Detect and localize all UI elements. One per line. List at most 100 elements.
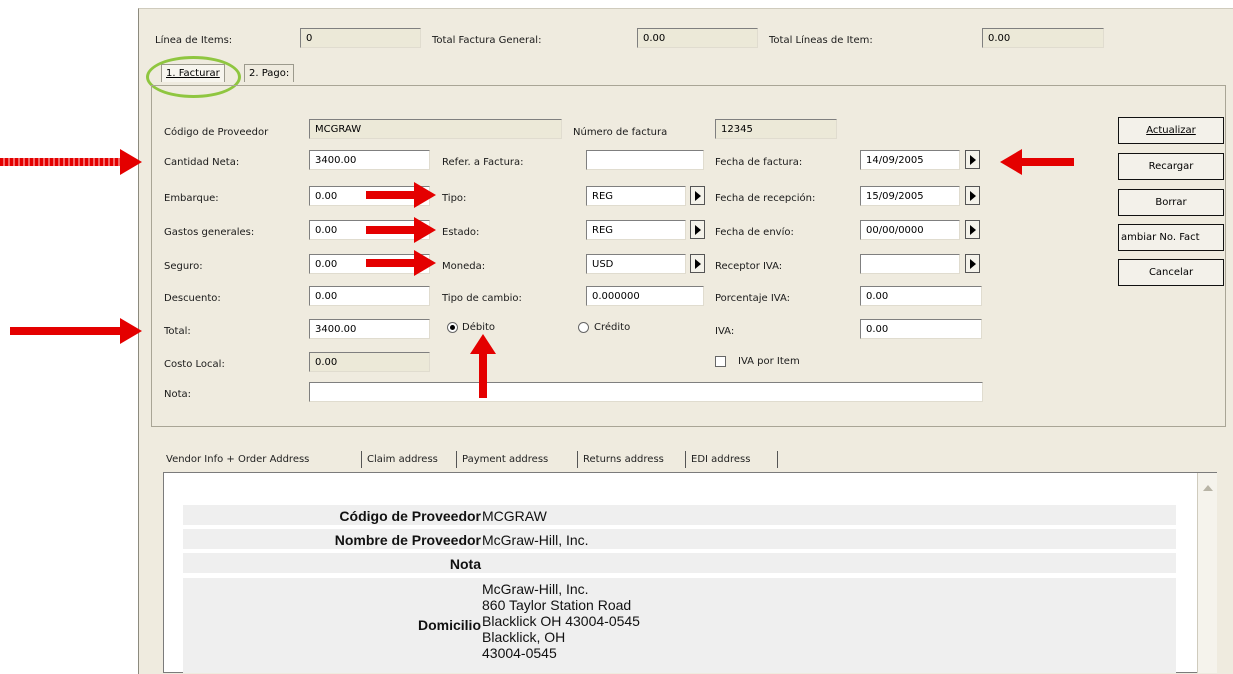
vendor-domicilio-label: Domicilio (417, 617, 481, 633)
moneda-select[interactable]: USD (586, 254, 686, 274)
nota-input[interactable] (309, 382, 983, 402)
moneda-dropdown-button[interactable] (690, 254, 705, 273)
tab-separator (685, 451, 686, 468)
info-row-bg (183, 529, 1176, 549)
tipo-cambio-input[interactable]: 0.000000 (586, 286, 704, 306)
codigo-proveedor-field: MCGRAW (309, 119, 562, 139)
gastos-label: Gastos generales: (164, 227, 255, 238)
fecha-recepcion-picker-button[interactable] (965, 186, 980, 205)
iva-label: IVA: (715, 326, 735, 337)
cancelar-button[interactable]: Cancelar (1118, 259, 1224, 286)
tab-separator (361, 451, 362, 468)
seguro-label: Seguro: (164, 261, 203, 272)
total-input[interactable]: 3400.00 (309, 319, 430, 339)
fecha-factura-label: Fecha de factura: (715, 157, 803, 168)
arrow-head-right-icon (120, 318, 142, 344)
tipo-select[interactable]: REG (586, 186, 686, 206)
receptor-iva-dropdown-button[interactable] (965, 254, 980, 273)
vendor-nombre-value: McGraw-Hill, Inc. (482, 532, 589, 548)
porcentaje-iva-input[interactable]: 0.00 (860, 286, 982, 306)
iva-por-item-label: IVA por Item (738, 356, 800, 367)
fecha-envio-input[interactable]: 00/00/0000 (860, 220, 960, 240)
credito-radio[interactable] (578, 322, 589, 333)
tab-claim-address[interactable]: Claim address (364, 449, 441, 471)
refer-factura-label: Refer. a Factura: (442, 157, 524, 168)
borrar-label: Borrar (1155, 197, 1187, 208)
iva-input[interactable]: 0.00 (860, 319, 982, 339)
triangle-right-icon (694, 190, 701, 201)
actualizar-button[interactable]: Actualizar (1118, 117, 1224, 144)
estado-dropdown-button[interactable] (690, 220, 705, 239)
tab-vendor-info[interactable]: Vendor Info + Order Address (163, 449, 312, 471)
numero-factura-field: 12345 (715, 119, 837, 139)
total-factura-field: 0.00 (637, 28, 758, 48)
arrow-shaft (10, 327, 122, 335)
address-line: Blacklick OH 43004-0545 (482, 613, 640, 629)
triangle-right-icon (694, 258, 701, 269)
tab-pago[interactable]: 2. Pago: (244, 64, 295, 82)
address-line: McGraw-Hill, Inc. (482, 581, 589, 597)
arrow-shaft (366, 226, 416, 234)
estado-select[interactable]: REG (586, 220, 686, 240)
cambiar-label: ambiar No. Fact (1121, 232, 1200, 243)
triangle-right-icon (969, 190, 976, 201)
costo-local-label: Costo Local: (164, 359, 225, 370)
info-row-bg (183, 553, 1176, 573)
info-row-bg (183, 578, 1176, 673)
total-lineas-field: 0.00 (982, 28, 1104, 48)
fecha-envio-picker-button[interactable] (965, 220, 980, 239)
triangle-right-icon (969, 154, 976, 165)
scroll-up-icon[interactable] (1202, 485, 1213, 491)
receptor-iva-select[interactable] (860, 254, 960, 274)
tab-separator (777, 451, 778, 468)
tab-separator (456, 451, 457, 468)
numero-factura-label: Número de factura (573, 127, 668, 138)
cantidad-neta-label: Cantidad Neta: (164, 157, 240, 168)
tipo-dropdown-button[interactable] (690, 186, 705, 205)
receptor-iva-label: Receptor IVA: (715, 261, 783, 272)
descuento-label: Descuento: (164, 293, 221, 304)
tab-payment-address[interactable]: Payment address (459, 449, 551, 471)
nota-label: Nota: (164, 389, 192, 400)
tab-edi-address[interactable]: EDI address (688, 449, 753, 471)
tab-pago-label: 2. Pago: (249, 68, 290, 79)
iva-por-item-checkbox[interactable] (715, 356, 726, 367)
arrow-shaft (479, 352, 487, 398)
arrow-shaft (0, 158, 120, 166)
vendor-domicilio-value: McGraw-Hill, Inc. 860 Taylor Station Roa… (482, 581, 640, 661)
borrar-button[interactable]: Borrar (1118, 189, 1224, 216)
vendor-codigo-label: Código de Proveedor (339, 508, 481, 524)
arrow-head-right-icon (414, 217, 436, 243)
estado-label: Estado: (442, 227, 480, 238)
fecha-recepcion-label: Fecha de recepción: (715, 193, 816, 204)
total-label: Total: (164, 326, 191, 337)
cambiar-no-factura-button[interactable]: ambiar No. Fact (1118, 224, 1224, 251)
descuento-input[interactable]: 0.00 (309, 286, 430, 306)
cantidad-neta-input[interactable]: 3400.00 (309, 150, 430, 170)
arrow-shaft (366, 259, 416, 267)
fecha-recepcion-input[interactable]: 15/09/2005 (860, 186, 960, 206)
total-lineas-label: Total Líneas de Item: (769, 35, 873, 46)
vertical-scrollbar[interactable] (1197, 473, 1217, 673)
address-line: Blacklick, OH (482, 629, 566, 645)
tipo-label: Tipo: (442, 193, 467, 204)
arrow-shaft (366, 191, 416, 199)
costo-local-field: 0.00 (309, 352, 430, 372)
vendor-nota-label: Nota (449, 556, 481, 572)
embarque-label: Embarque: (164, 193, 219, 204)
porcentaje-iva-label: Porcentaje IVA: (715, 293, 791, 304)
recargar-button[interactable]: Recargar (1118, 153, 1224, 180)
triangle-right-icon (694, 224, 701, 235)
vendor-codigo-value: MCGRAW (482, 508, 547, 524)
info-row-bg (183, 505, 1176, 525)
radio-dot-icon (450, 325, 455, 330)
refer-factura-input[interactable] (586, 150, 704, 170)
address-line: 43004-0545 (482, 645, 557, 661)
fecha-factura-input[interactable]: 14/09/2005 (860, 150, 960, 170)
tab-returns-address[interactable]: Returns address (580, 449, 667, 471)
debito-label: Débito (462, 322, 496, 333)
fecha-factura-picker-button[interactable] (965, 150, 980, 169)
debito-radio[interactable] (447, 322, 458, 333)
arrow-head-left-icon (1000, 149, 1022, 175)
arrow-head-right-icon (120, 149, 142, 175)
